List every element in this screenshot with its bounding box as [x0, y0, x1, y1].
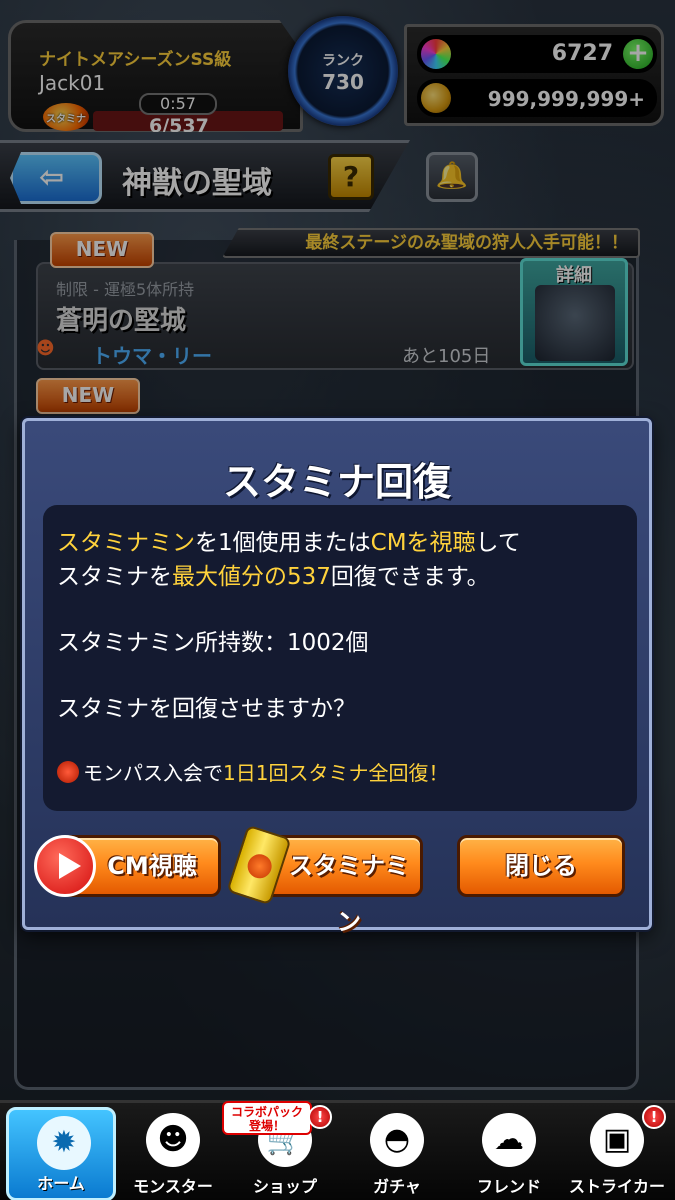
nav-label: ストライカー: [568, 1177, 665, 1196]
gacha-egg-icon: ◓: [370, 1113, 424, 1167]
promo-text: モンパス入会で: [83, 761, 223, 785]
stamina-can-icon: [226, 824, 292, 906]
confirm-question: スタミナを回復させますか？: [57, 696, 356, 722]
nav-label: フレンド: [476, 1177, 541, 1196]
message-line-1: スタミナミンを1個使用またはCMを視聴して: [57, 523, 521, 557]
nav-gacha[interactable]: ◓ ガチャ: [342, 1107, 452, 1200]
held-count: スタミナミン所持数：1002個: [57, 630, 369, 656]
nav-label: ガチャ: [373, 1177, 421, 1196]
msg-text: 回復できます。: [330, 564, 490, 590]
dialog-title: スタミナ回復: [222, 460, 451, 504]
nav-label: モンスター: [133, 1177, 213, 1196]
notification-badge: !: [308, 1105, 332, 1129]
nav-label: ホーム: [37, 1174, 85, 1193]
stamina-recovery-dialog: スタミナ回復 スタミナミンを1個使用またはCMを視聴して スタミナを最大値分の5…: [22, 418, 652, 936]
nav-shop[interactable]: 🛒 コラボパック 登場！ ! ショップ: [222, 1101, 340, 1200]
dialog-body: スタミナミンを1個使用またはCMを視聴して スタミナを最大値分の537回復できま…: [43, 505, 637, 811]
msg-text: を1個使用または: [195, 530, 371, 556]
monpass-promo[interactable]: モンパス入会で1日1回スタミナ全回復！: [57, 757, 448, 786]
use-stamina-item-button[interactable]: スタミナミン: [226, 824, 423, 936]
message-line-2: スタミナを最大値分の537回復できます。: [57, 557, 490, 591]
striker-card-icon: ▣: [590, 1113, 644, 1167]
collab-tag-line1: コラボパック: [230, 1105, 303, 1119]
use-item-label: スタミナミン: [289, 852, 409, 936]
collab-pack-tag: コラボパック 登場！: [222, 1101, 312, 1135]
watch-cm-button[interactable]: CM視聴: [34, 835, 221, 897]
home-icon: ✹: [37, 1116, 91, 1170]
msg-item-name: スタミナミン: [57, 530, 195, 556]
monpass-icon: [57, 761, 79, 783]
monster-icon: ☻: [146, 1113, 200, 1167]
nav-label: ショップ: [252, 1177, 317, 1196]
friend-icon: ☁: [482, 1113, 536, 1167]
promo-highlight: 1日1回スタミナ全回復！: [223, 761, 449, 785]
msg-max-value: 最大値分の537: [172, 564, 331, 590]
nav-home[interactable]: ✹ ホーム: [6, 1107, 116, 1200]
collab-tag-line2: 登場！: [248, 1119, 285, 1133]
msg-text: スタミナを: [57, 564, 172, 590]
bottom-nav: ✹ ホーム ☻ モンスター 🛒 コラボパック 登場！ ! ショップ ◓ ガチャ …: [0, 1100, 675, 1200]
play-icon: [34, 835, 96, 897]
nav-striker[interactable]: ▣ ! ストライカー: [562, 1105, 672, 1200]
close-button[interactable]: 閉じる: [457, 835, 625, 897]
notification-badge: !: [642, 1105, 666, 1129]
watch-cm-label: CM視聴: [107, 852, 197, 880]
nav-monster[interactable]: ☻ モンスター: [118, 1107, 228, 1200]
msg-cm-text: CMを視聴: [370, 530, 476, 556]
nav-friend[interactable]: ☁ フレンド: [454, 1107, 564, 1200]
msg-text: して: [475, 530, 521, 556]
